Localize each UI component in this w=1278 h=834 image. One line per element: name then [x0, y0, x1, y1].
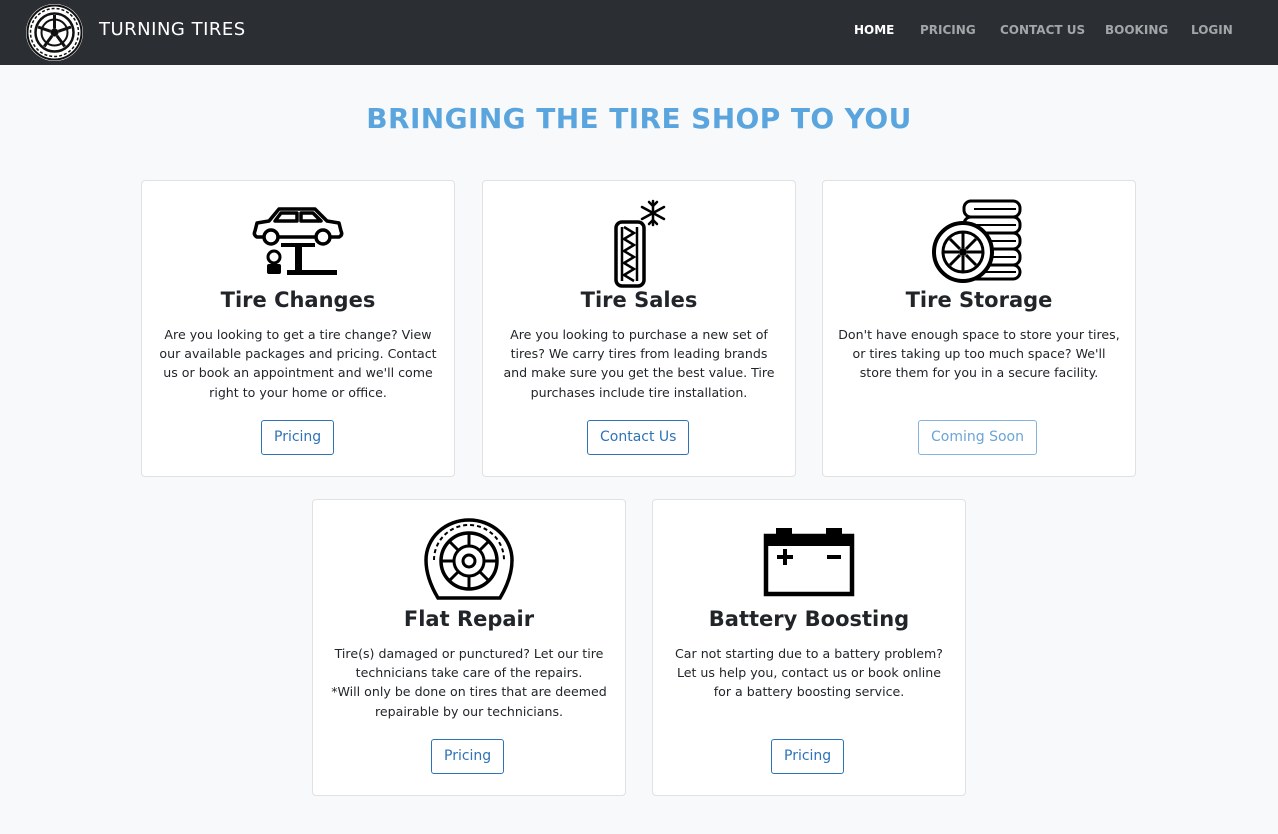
car-lift-icon — [142, 197, 454, 287]
pricing-button[interactable]: Pricing — [261, 420, 335, 455]
navbar: TURNING TIRES HOME PRICING CONTACT US BO… — [0, 0, 1278, 65]
nav-home[interactable]: HOME — [854, 23, 894, 37]
pricing-button[interactable]: Pricing — [771, 739, 845, 774]
card-title: Tire Changes — [220, 288, 376, 312]
card-description: Are you looking to purchase a new set of… — [497, 325, 781, 402]
service-card-flat-repair: Flat Repair Tire(s) damaged or punctured… — [312, 499, 626, 796]
card-description: Don't have enough space to store your ti… — [837, 325, 1121, 383]
card-description-text: Car not starting due to a battery proble… — [675, 646, 943, 700]
card-description: Tire(s) damaged or punctured? Let our ti… — [327, 644, 611, 721]
winter-tire-icon — [483, 197, 795, 288]
nav-contact-us[interactable]: CONTACT US — [1000, 23, 1085, 37]
card-description-note: *Will only be done on tires that are dee… — [331, 684, 607, 719]
service-card-tire-sales: Tire Sales Are you looking to purchase a… — [482, 180, 796, 477]
card-description: Car not starting due to a battery proble… — [667, 644, 951, 702]
flat-tire-icon — [313, 516, 625, 606]
nav-pricing[interactable]: PRICING — [920, 23, 976, 37]
nav-login[interactable]: LOGIN — [1191, 23, 1233, 37]
card-title: Battery Boosting — [708, 607, 910, 631]
car-battery-icon — [653, 516, 965, 606]
brand-name[interactable]: TURNING TIRES — [99, 19, 246, 40]
coming-soon-button[interactable]: Coming Soon — [918, 420, 1037, 455]
page-headline: BRINGING THE TIRE SHOP TO YOU — [366, 102, 912, 135]
tire-stack-icon — [823, 197, 1135, 287]
card-description-text: Are you looking to get a tire change? Vi… — [159, 327, 437, 400]
card-title: Tire Storage — [905, 288, 1053, 312]
contact-us-button[interactable]: Contact Us — [587, 420, 690, 455]
service-card-battery-boosting: Battery Boosting Car not starting due to… — [652, 499, 966, 796]
tire-logo-icon[interactable] — [26, 4, 83, 61]
card-description-text: Don't have enough space to store your ti… — [838, 327, 1120, 381]
card-description: Are you looking to get a tire change? Vi… — [156, 325, 440, 402]
service-card-tire-storage: Tire Storage Don't have enough space to … — [822, 180, 1136, 477]
card-title: Tire Sales — [580, 288, 698, 312]
pricing-button[interactable]: Pricing — [431, 739, 505, 774]
card-description-text: Tire(s) damaged or punctured? Let our ti… — [334, 646, 604, 681]
card-description-text: Are you looking to purchase a new set of… — [503, 327, 775, 400]
card-title: Flat Repair — [403, 607, 535, 631]
service-card-tire-changes: Tire Changes Are you looking to get a ti… — [141, 180, 455, 477]
nav-booking[interactable]: BOOKING — [1105, 23, 1168, 37]
